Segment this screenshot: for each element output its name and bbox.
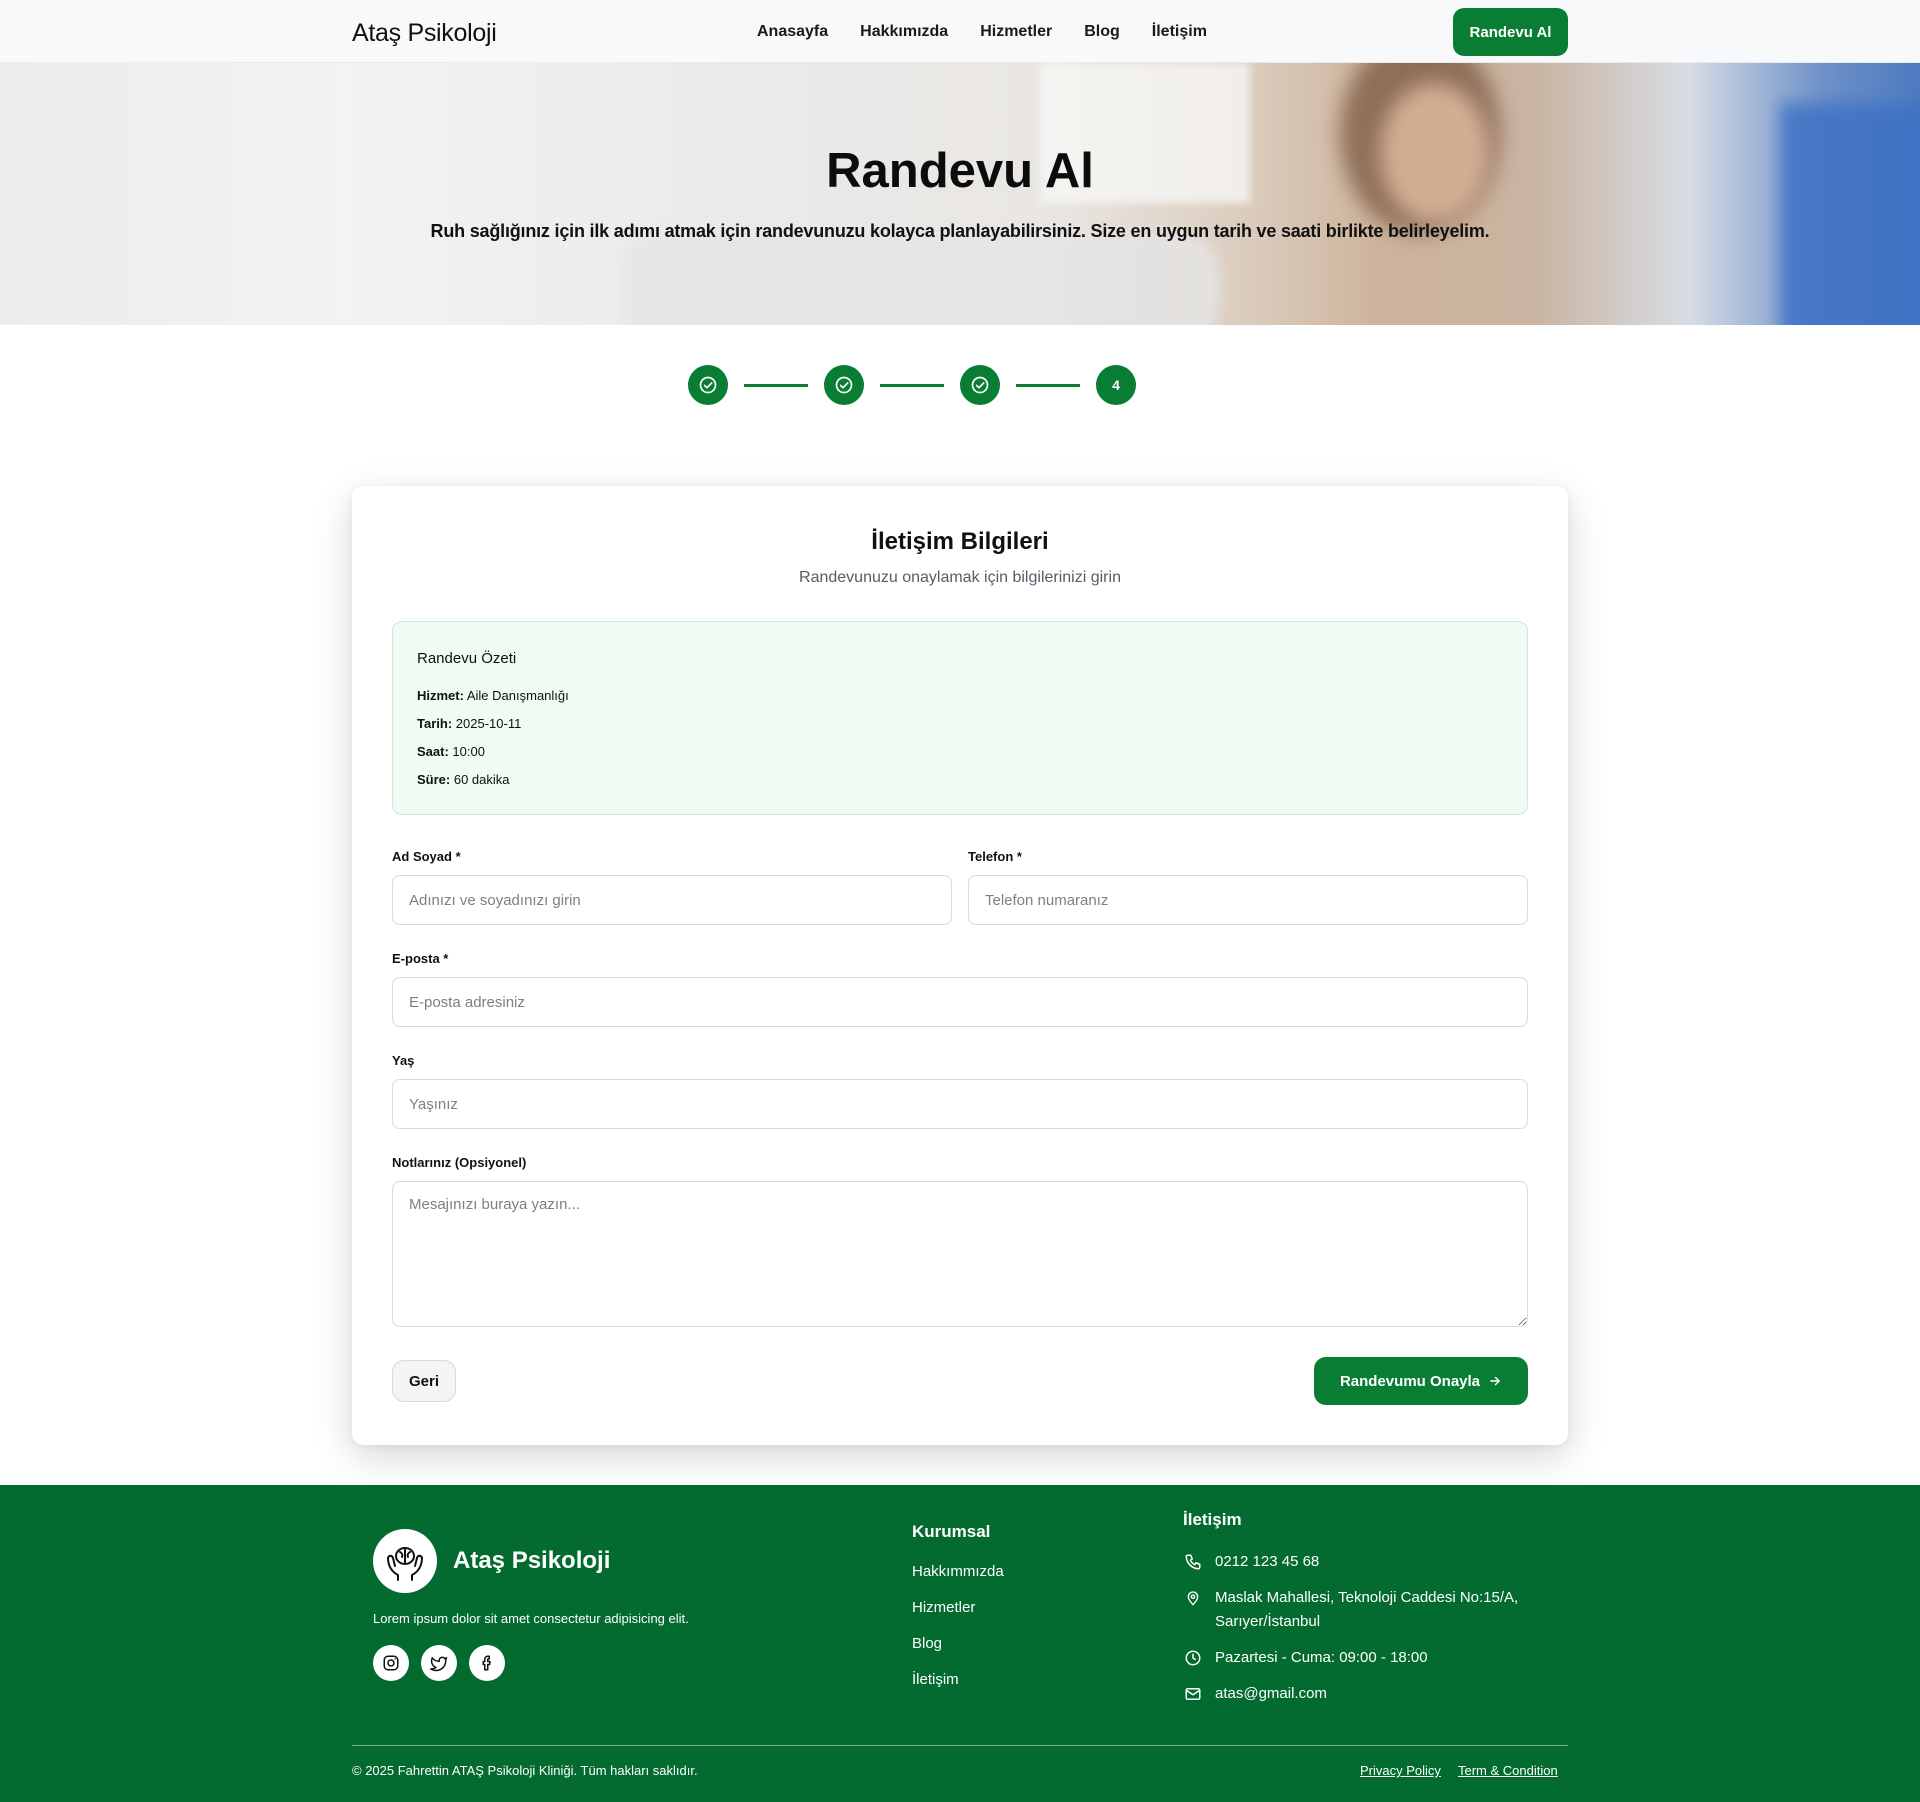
hero-subtitle: Ruh sağlığınız için ilk adımı atmak için… — [430, 221, 1490, 241]
footer-contact-title: İletişim — [1183, 1510, 1242, 1529]
step-connector — [744, 383, 808, 387]
summary-duration: Süre: 60 dakika — [417, 772, 510, 787]
notes-label: Notlarınız (Opsiyonel) — [392, 1155, 527, 1170]
summary-date-label: Tarih: — [417, 716, 453, 731]
footer-link-blog[interactable]: Blog — [912, 1635, 942, 1652]
mail-icon — [1185, 1688, 1201, 1700]
brain-hands-icon — [387, 1547, 423, 1581]
hero-title: Randevu Al — [826, 144, 1094, 198]
instagram-link[interactable] — [373, 1645, 409, 1681]
email-label: E-posta * — [392, 951, 449, 966]
summary-service: Hizmet: Aile Danışmanlığı — [417, 688, 569, 703]
name-label: Ad Soyad * — [392, 849, 461, 864]
arrow-right-icon — [1490, 1376, 1500, 1386]
footer-address: Maslak Mahallesi, Teknoloji Caddesi No:1… — [1183, 1586, 1518, 1634]
footer-address-text: Maslak Mahallesi, Teknoloji Caddesi No:1… — [1215, 1586, 1518, 1634]
name-input[interactable] — [392, 875, 952, 925]
hero-photo-sofa — [620, 233, 1220, 325]
location-icon-wrap — [1183, 1586, 1203, 1610]
phone-icon-wrap — [1183, 1550, 1203, 1574]
footer-email[interactable]: atas@gmail.com — [1183, 1682, 1327, 1706]
check-circle-icon — [971, 376, 989, 394]
step-connector — [880, 383, 944, 387]
footer-link-services[interactable]: Hizmetler — [912, 1599, 975, 1616]
phone-label: Telefon * — [968, 849, 1022, 864]
step-2-complete — [824, 365, 864, 405]
site-footer: Ataş Psikoloji Lorem ipsum dolor sit ame… — [0, 1485, 1920, 1802]
notes-textarea[interactable] — [392, 1181, 1528, 1327]
footer-copyright: © 2025 Fahrettin ATAŞ Psikoloji Kliniği.… — [352, 1763, 698, 1778]
nav-link-home[interactable]: Anasayfa — [757, 23, 828, 41]
summary-time-value: 10:00 — [452, 744, 485, 759]
twitter-link[interactable] — [421, 1645, 457, 1681]
footer-divider — [352, 1745, 1568, 1746]
footer-corporate-title: Kurumsal — [912, 1522, 991, 1541]
facebook-link[interactable] — [469, 1645, 505, 1681]
age-input[interactable] — [392, 1079, 1528, 1129]
check-circle-icon — [699, 376, 717, 394]
footer-brand: Ataş Psikoloji — [453, 1547, 611, 1574]
summary-date: Tarih: 2025-10-11 — [417, 716, 521, 731]
summary-time-label: Saat: — [417, 744, 449, 759]
mail-icon-wrap — [1183, 1682, 1203, 1706]
main-nav: Anasayfa Hakkımızda Hizmetler Blog İleti… — [757, 23, 1207, 41]
nav-link-services[interactable]: Hizmetler — [980, 23, 1052, 41]
confirm-button-label: Randevumu Onayla — [1339, 1372, 1481, 1390]
summary-duration-value: 60 dakika — [453, 772, 510, 787]
footer-link-about[interactable]: Hakkımmızda — [912, 1563, 1004, 1580]
location-pin-icon — [1187, 1591, 1199, 1606]
step-3-complete — [960, 365, 1000, 405]
appointment-summary: Randevu Özeti Hizmet: Aile Danışmanlığı … — [392, 621, 1528, 815]
check-circle-icon — [835, 376, 853, 394]
step-1-complete — [688, 365, 728, 405]
footer-email-text: atas@gmail.com — [1215, 1685, 1327, 1702]
contact-form-card: İletişim Bilgileri Randevunuzu onaylamak… — [352, 486, 1568, 1445]
privacy-policy-link[interactable]: Privacy Policy — [1360, 1763, 1441, 1778]
step-4-current: 4 — [1096, 365, 1136, 405]
terms-link[interactable]: Term & Condition — [1458, 1763, 1558, 1778]
clock-icon — [1185, 1650, 1201, 1666]
footer-phone-text: 0212 123 45 68 — [1215, 1553, 1320, 1570]
facebook-icon — [482, 1655, 491, 1671]
summary-date-value: 2025-10-11 — [455, 716, 522, 731]
footer-hours-text: Pazartesi - Cuma: 09:00 - 18:00 — [1215, 1649, 1428, 1666]
footer-address-line1: Maslak Mahallesi, Teknoloji Caddesi No:1… — [1215, 1589, 1519, 1606]
form-subtitle: Randevunuzu onaylamak için bilgilerinizi… — [799, 569, 1121, 586]
nav-link-about[interactable]: Hakkımızda — [860, 23, 948, 41]
summary-title: Randevu Özeti — [417, 650, 517, 667]
footer-phone[interactable]: 0212 123 45 68 — [1183, 1550, 1319, 1574]
step-connector — [1016, 383, 1080, 387]
instagram-icon — [383, 1655, 399, 1671]
clock-icon-wrap — [1183, 1646, 1203, 1670]
summary-service-value: Aile Danışmanlığı — [466, 688, 569, 703]
summary-time: Saat: 10:00 — [417, 744, 485, 759]
brand-logo-text[interactable]: Ataş Psikoloji — [352, 19, 497, 48]
summary-service-label: Hizmet: — [417, 688, 464, 703]
site-header: Ataş Psikoloji Anasayfa Hakkımızda Hizme… — [0, 0, 1920, 63]
booking-stepper: 4 — [688, 365, 1136, 405]
twitter-icon — [430, 1656, 448, 1672]
age-label: Yaş — [392, 1053, 415, 1068]
footer-logo[interactable] — [373, 1529, 437, 1593]
footer-description: Lorem ipsum dolor sit amet consectetur a… — [373, 1611, 689, 1626]
nav-link-blog[interactable]: Blog — [1084, 23, 1120, 41]
summary-duration-label: Süre: — [417, 772, 451, 787]
header-appointment-button[interactable]: Randevu Al — [1453, 8, 1568, 56]
phone-icon — [1185, 1554, 1201, 1570]
confirm-appointment-button[interactable]: Randevumu Onayla — [1314, 1357, 1528, 1405]
hero-banner: Randevu Al Ruh sağlığınız için ilk adımı… — [0, 63, 1920, 325]
footer-hours: Pazartesi - Cuma: 09:00 - 18:00 — [1183, 1646, 1428, 1670]
hero-photo-therapist — [1780, 103, 1920, 325]
email-input[interactable] — [392, 977, 1528, 1027]
footer-address-line2: Sarıyer/İstanbul — [1215, 1613, 1321, 1630]
form-title: İletişim Bilgileri — [871, 528, 1049, 555]
back-button[interactable]: Geri — [392, 1360, 456, 1402]
phone-input[interactable] — [968, 875, 1528, 925]
footer-social-links — [373, 1645, 505, 1681]
footer-link-contact[interactable]: İletişim — [912, 1671, 959, 1688]
nav-link-contact[interactable]: İletişim — [1152, 23, 1207, 41]
